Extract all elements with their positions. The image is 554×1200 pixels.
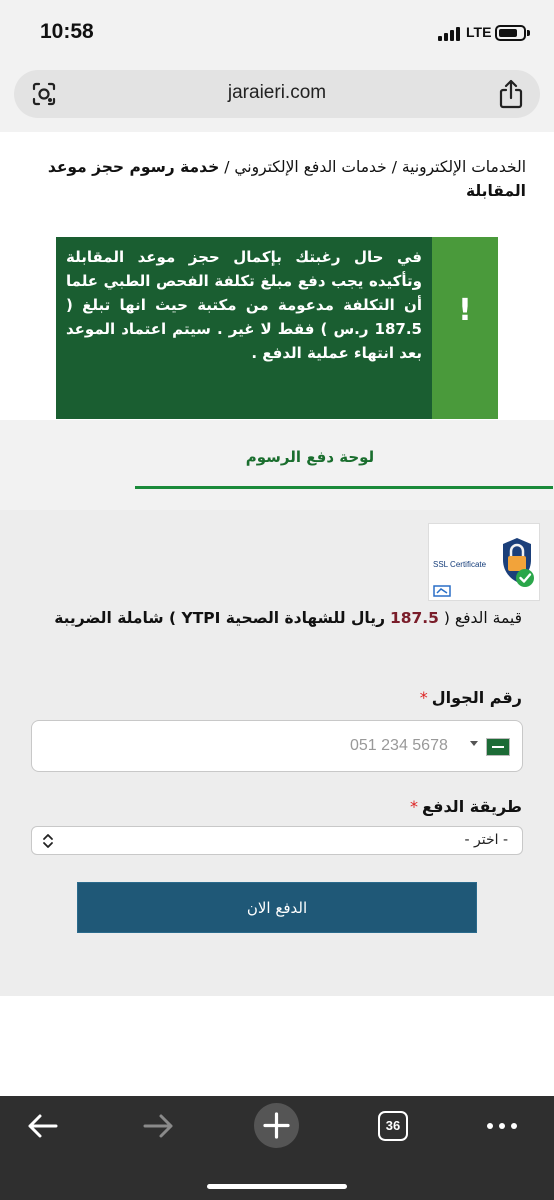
phone-label-text: رقم الجوال: [431, 688, 522, 707]
required-marker: *: [419, 688, 428, 707]
breadcrumb-link-epayment[interactable]: خدمات الدفع الإلكتروني /: [224, 158, 387, 176]
payment-form: SSL Certificate قيمة الدفع ( 187.5 ريال …: [0, 510, 554, 996]
phone-label: رقم الجوال*: [420, 688, 522, 707]
signal-icon: [438, 27, 464, 41]
browser-bottom-toolbar: 36: [0, 1096, 554, 1200]
battery-tip: [527, 30, 530, 36]
required-marker: *: [410, 797, 419, 816]
info-alert: ! في حال رغبتك بإكمال حجز موعد المقابلة …: [56, 237, 498, 419]
pay-now-button[interactable]: الدفع الان: [77, 882, 477, 933]
tab-fees-panel[interactable]: لوحة دفع الرسوم: [135, 448, 485, 466]
exclamation-icon: !: [458, 293, 472, 328]
price-prefix: قيمة الدفع (: [443, 609, 522, 627]
select-arrows-icon: [43, 834, 53, 848]
tab-active-underline: [135, 486, 553, 489]
price-suffix: ريال للشهادة الصحية YTPI ) شاملة الضريبة: [54, 609, 385, 627]
status-bar: 10:58 LTE: [0, 0, 554, 62]
select-value[interactable]: - اختر -: [465, 832, 509, 848]
price-summary: قيمة الدفع ( 187.5 ريال للشهادة الصحية Y…: [42, 606, 522, 630]
phone-input[interactable]: 051 234 5678: [31, 720, 523, 772]
price-amount: 187.5: [389, 609, 439, 627]
alert-icon-strip: !: [432, 237, 498, 419]
payment-method-label: طريقة الدفع*: [410, 797, 522, 816]
ssl-certificate-badge: SSL Certificate: [428, 523, 540, 601]
country-dropdown-icon[interactable]: [470, 741, 478, 746]
payment-method-label-text: طريقة الدفع: [422, 797, 522, 816]
ssl-brand-icon: [433, 584, 451, 598]
network-label: LTE: [466, 24, 492, 40]
alert-text: في حال رغبتك بإكمال حجز موعد المقابلة وت…: [66, 248, 422, 362]
home-indicator: [207, 1184, 347, 1189]
tab-band: لوحة دفع الرسوم: [0, 420, 554, 510]
more-icon[interactable]: [480, 1108, 524, 1144]
phone-placeholder[interactable]: 051 234 5678: [350, 737, 448, 755]
address-bar[interactable]: jaraieri.com: [14, 70, 540, 118]
breadcrumb: الخدمات الإلكترونية / خدمات الدفع الإلكت…: [26, 155, 526, 203]
new-tab-button[interactable]: [254, 1103, 299, 1148]
url-text[interactable]: jaraieri.com: [14, 82, 540, 104]
back-arrow-icon[interactable]: [20, 1108, 64, 1144]
battery-icon: [495, 25, 526, 41]
ssl-label: SSL Certificate: [433, 560, 487, 569]
saudi-flag-icon[interactable]: [486, 738, 510, 756]
lock-icon: [503, 538, 534, 587]
plus-icon: [263, 1112, 290, 1139]
breadcrumb-link-eservices[interactable]: الخدمات الإلكترونية /: [392, 158, 526, 176]
share-icon[interactable]: [496, 78, 526, 110]
payment-method-select[interactable]: - اختر -: [31, 826, 523, 855]
browser-toolbar: jaraieri.com: [0, 62, 554, 132]
forward-arrow-icon[interactable]: [137, 1108, 181, 1144]
status-time: 10:58: [40, 20, 94, 43]
tabs-icon[interactable]: 36: [378, 1111, 408, 1141]
